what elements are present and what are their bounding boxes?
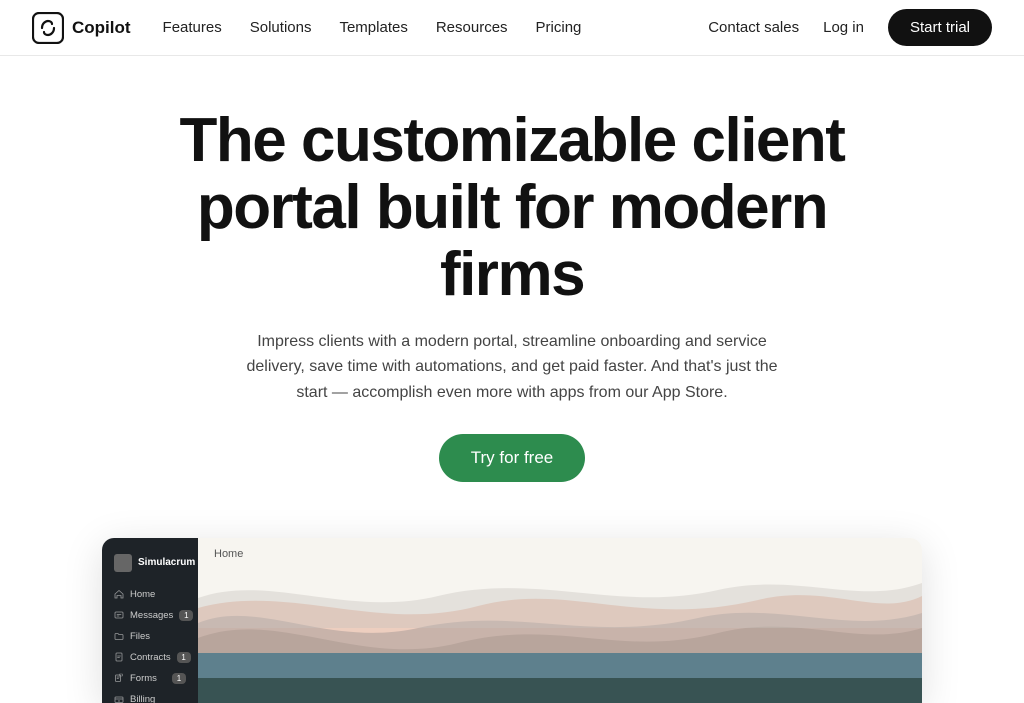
app-preview: Simulacrum Home Messages 1 Files bbox=[102, 538, 922, 703]
nav-item-solutions[interactable]: Solutions bbox=[250, 19, 312, 37]
home-icon bbox=[114, 589, 124, 599]
app-main-header: Home bbox=[198, 538, 922, 560]
sidebar-item-messages[interactable]: Messages 1 bbox=[102, 605, 198, 626]
nav-item-resources[interactable]: Resources bbox=[436, 19, 508, 37]
app-main-content: Home bbox=[198, 538, 922, 703]
logo-text: Copilot bbox=[72, 18, 131, 38]
sidebar-item-billing[interactable]: Billing bbox=[102, 689, 198, 703]
sidebar-item-forms[interactable]: Forms 1 bbox=[102, 668, 198, 689]
hero-section: The customizable client portal built for… bbox=[0, 56, 1024, 514]
contact-sales-link[interactable]: Contact sales bbox=[708, 19, 799, 36]
form-icon bbox=[114, 673, 124, 683]
messages-badge: 1 bbox=[179, 610, 193, 621]
contracts-badge: 1 bbox=[177, 652, 191, 663]
folder-icon bbox=[114, 631, 124, 641]
app-sidebar: Simulacrum Home Messages 1 Files bbox=[102, 538, 198, 703]
nav-links: Features Solutions Templates Resources P… bbox=[163, 19, 582, 37]
nav-item-features[interactable]: Features bbox=[163, 19, 222, 37]
billing-icon bbox=[114, 694, 124, 703]
sidebar-item-contracts[interactable]: Contracts 1 bbox=[102, 647, 198, 668]
hero-subtext: Impress clients with a modern portal, st… bbox=[232, 329, 792, 406]
nav-left: Copilot Features Solutions Templates Res… bbox=[32, 12, 581, 44]
nav-item-pricing[interactable]: Pricing bbox=[536, 19, 582, 37]
sidebar-item-home[interactable]: Home bbox=[102, 584, 198, 605]
hero-headline: The customizable client portal built for… bbox=[122, 108, 902, 309]
wave-visualization bbox=[198, 558, 922, 703]
sidebar-brand: Simulacrum bbox=[102, 550, 198, 584]
log-in-link[interactable]: Log in bbox=[823, 19, 864, 36]
sidebar-item-files[interactable]: Files bbox=[102, 626, 198, 647]
forms-badge: 1 bbox=[172, 673, 186, 684]
nav-item-templates[interactable]: Templates bbox=[339, 19, 407, 37]
contract-icon bbox=[114, 652, 124, 662]
start-trial-button[interactable]: Start trial bbox=[888, 9, 992, 46]
nav-right: Contact sales Log in Start trial bbox=[708, 9, 992, 46]
navbar: Copilot Features Solutions Templates Res… bbox=[0, 0, 1024, 56]
try-for-free-button[interactable]: Try for free bbox=[439, 434, 586, 482]
message-icon bbox=[114, 610, 124, 620]
sidebar-brand-icon bbox=[114, 554, 132, 572]
logo[interactable]: Copilot bbox=[32, 12, 131, 44]
